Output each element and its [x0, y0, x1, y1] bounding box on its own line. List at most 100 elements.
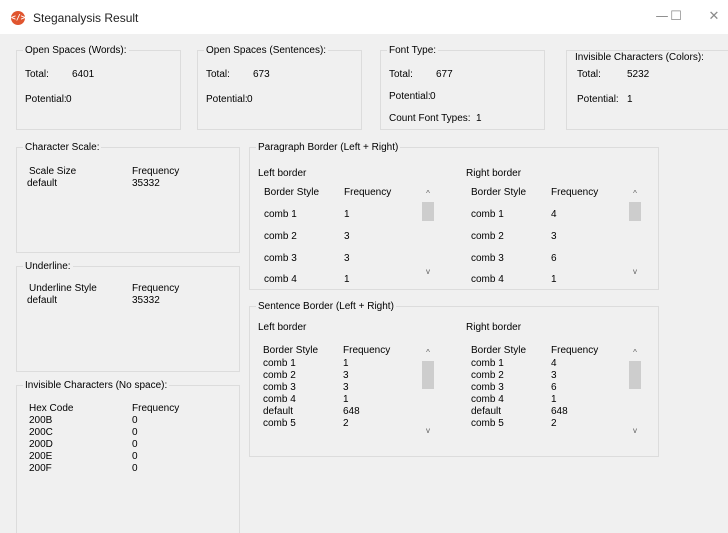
list-item-label[interactable]: comb 3 — [471, 253, 504, 264]
list-item-value[interactable]: 2 — [551, 418, 557, 429]
total-label: Total: — [206, 69, 230, 80]
group-title: Sentence Border (Left + Right) — [256, 300, 396, 313]
list-item-value[interactable]: 1 — [344, 274, 350, 285]
list-item-value[interactable]: 1 — [343, 394, 349, 405]
scroll-down-icon[interactable]: v — [627, 266, 643, 278]
list-item-label[interactable]: comb 3 — [471, 382, 504, 393]
scroll-up-icon[interactable]: ^ — [627, 188, 643, 200]
list-item-label[interactable]: comb 3 — [263, 382, 296, 393]
column-header: Border Style — [471, 345, 527, 356]
list-item-label: 200F — [29, 463, 52, 474]
list-item-label[interactable]: comb 2 — [263, 370, 296, 381]
list-item-value[interactable]: 3 — [344, 231, 350, 242]
window-title: Steganalysis Result — [33, 11, 139, 25]
list-item-value[interactable]: 4 — [551, 209, 557, 220]
list-item-label: 200E — [29, 451, 53, 462]
scroll-thumb[interactable] — [422, 202, 434, 221]
open-spaces-words-group: Open Spaces (Words): Total: 6401 Potenti… — [16, 44, 181, 130]
list-item-value[interactable]: 3 — [343, 370, 349, 381]
potential-label: Potential: — [389, 91, 431, 102]
list-item-label[interactable]: default — [263, 406, 293, 417]
list-item-label[interactable]: comb 2 — [471, 231, 504, 242]
potential-value: 1 — [627, 94, 633, 105]
list-item-value: 0 — [132, 451, 138, 462]
right-border-scrollbar[interactable]: ^ v — [627, 345, 643, 443]
group-title: Open Spaces (Sentences): — [204, 44, 329, 57]
potential-label: Potential: — [25, 94, 67, 105]
total-value: 673 — [253, 69, 270, 80]
left-border-scrollbar[interactable]: ^ v — [420, 186, 436, 284]
maximize-button[interactable]: ☐ — [666, 9, 686, 24]
left-border-label: Left border — [258, 168, 307, 179]
column-header: Frequency — [132, 166, 180, 177]
list-item-label: default — [27, 178, 58, 189]
list-item-value[interactable]: 3 — [551, 231, 557, 242]
list-item-label[interactable]: comb 4 — [263, 394, 296, 405]
list-item-value[interactable]: 3 — [343, 382, 349, 393]
column-header: Border Style — [264, 187, 320, 198]
left-border-scrollbar[interactable]: ^ v — [420, 345, 436, 443]
list-item-label: default — [27, 295, 58, 306]
list-item-value[interactable]: 648 — [551, 406, 568, 417]
list-item-label[interactable]: comb 5 — [263, 418, 296, 429]
column-header: Scale Size — [29, 166, 77, 177]
list-item-value[interactable]: 3 — [344, 253, 350, 264]
list-item-value[interactable]: 2 — [343, 418, 349, 429]
column-header: Frequency — [551, 345, 599, 356]
list-item-label[interactable]: comb 4 — [471, 274, 504, 285]
list-item-value[interactable]: 1 — [343, 358, 349, 369]
scroll-thumb[interactable] — [629, 202, 641, 221]
potential-label: Potential: — [577, 94, 619, 105]
list-item-value[interactable]: 1 — [344, 209, 350, 220]
scroll-up-icon[interactable]: ^ — [420, 347, 436, 359]
list-item-value[interactable]: 648 — [343, 406, 360, 417]
left-border-label: Left border — [258, 322, 307, 333]
total-label: Total: — [25, 69, 49, 80]
list-item-value[interactable]: 1 — [551, 394, 557, 405]
right-border-label: Right border — [466, 322, 522, 333]
scroll-down-icon[interactable]: v — [627, 425, 643, 437]
list-item-label[interactable]: comb 1 — [264, 209, 297, 220]
list-item-label[interactable]: comb 2 — [264, 231, 297, 242]
sentence-border-group: Sentence Border (Left + Right) Left bord… — [249, 300, 659, 457]
group-title: Open Spaces (Words): — [23, 44, 129, 57]
list-item-label[interactable]: comb 5 — [471, 418, 504, 429]
list-item-value[interactable]: 4 — [551, 358, 557, 369]
list-item-label[interactable]: comb 2 — [471, 370, 504, 381]
list-item-value: 35332 — [132, 295, 160, 306]
group-title: Invisible Characters (Colors): — [573, 51, 706, 64]
scroll-down-icon[interactable]: v — [420, 266, 436, 278]
list-item-label[interactable]: comb 1 — [471, 358, 504, 369]
list-item-value[interactable]: 6 — [551, 253, 557, 264]
list-item-label[interactable]: comb 4 — [264, 274, 297, 285]
list-item-label[interactable]: comb 4 — [471, 394, 504, 405]
list-item-label[interactable]: default — [471, 406, 501, 417]
list-item-label[interactable]: comb 1 — [263, 358, 296, 369]
list-item-value[interactable]: 1 — [551, 274, 557, 285]
column-header: Frequency — [343, 345, 391, 356]
scroll-thumb[interactable] — [422, 361, 434, 389]
column-header: Border Style — [471, 187, 527, 198]
column-header: Border Style — [263, 345, 319, 356]
count-font-types-label: Count Font Types: — [389, 113, 471, 124]
group-title: Underline: — [23, 260, 73, 273]
list-item-label: 200C — [29, 427, 53, 438]
list-item-label[interactable]: comb 3 — [264, 253, 297, 264]
paragraph-border-group: Paragraph Border (Left + Right) Left bor… — [249, 141, 659, 290]
close-button[interactable]: ✕ — [704, 9, 724, 24]
right-border-scrollbar[interactable]: ^ v — [627, 186, 643, 284]
list-item-value[interactable]: 3 — [551, 370, 557, 381]
column-header: Frequency — [132, 283, 180, 294]
potential-value: 0 — [430, 91, 436, 102]
scroll-up-icon[interactable]: ^ — [627, 347, 643, 359]
group-title: Character Scale: — [23, 141, 102, 154]
scroll-up-icon[interactable]: ^ — [420, 188, 436, 200]
list-item-value[interactable]: 6 — [551, 382, 557, 393]
open-spaces-sentences-group: Open Spaces (Sentences): Total: 673 Pote… — [197, 44, 362, 130]
right-border-label: Right border — [466, 168, 522, 179]
list-item-label[interactable]: comb 1 — [471, 209, 504, 220]
scroll-down-icon[interactable]: v — [420, 425, 436, 437]
scroll-thumb[interactable] — [629, 361, 641, 389]
potential-label: Potential: — [206, 94, 248, 105]
total-label: Total: — [577, 69, 601, 80]
